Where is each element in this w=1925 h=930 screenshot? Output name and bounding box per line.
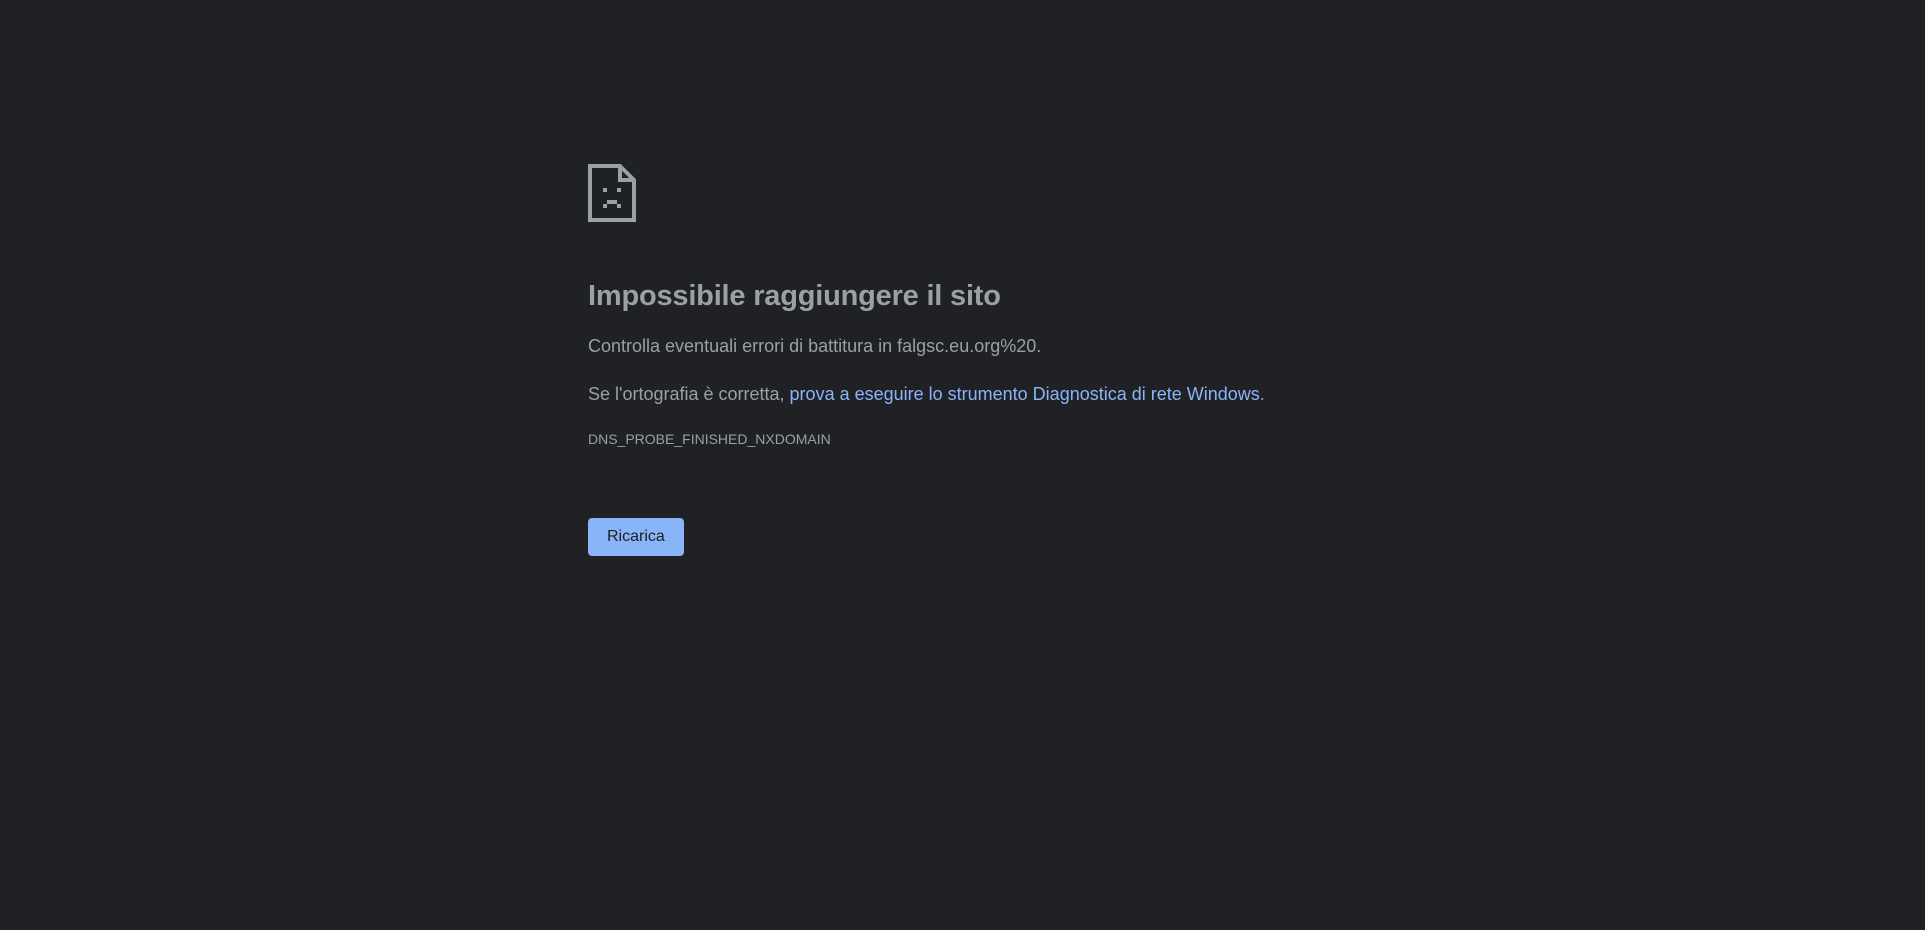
- network-diagnostics-link[interactable]: prova a eseguire lo strumento Diagnostic…: [790, 384, 1260, 404]
- sad-document-icon: [588, 164, 636, 222]
- error-code: DNS_PROBE_FINISHED_NXDOMAIN: [588, 431, 831, 447]
- diagnostics-hint-suffix: .: [1259, 384, 1265, 404]
- diagnostics-hint: Se l'ortografia è corretta, prova a eseg…: [588, 382, 1348, 406]
- typo-hint: Controlla eventuali errori di battitura …: [588, 336, 1042, 356]
- error-page-content: Impossibile raggiungere il sito Controll…: [588, 164, 1348, 556]
- diagnostics-hint-prefix: Se l'ortografia è corretta,: [588, 384, 790, 404]
- reload-button[interactable]: Ricarica: [588, 518, 684, 556]
- error-title: Impossibile raggiungere il sito: [588, 280, 1001, 312]
